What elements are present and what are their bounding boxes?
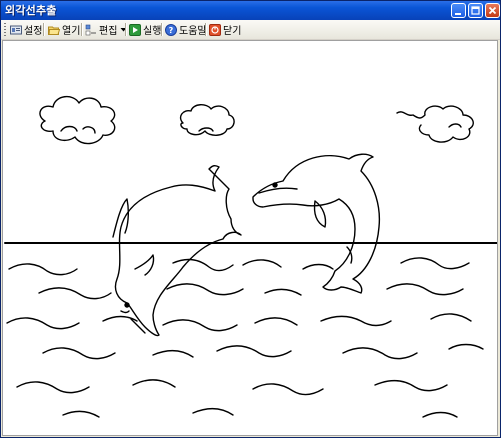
minimize-icon (455, 13, 461, 15)
cloud-left-inner (60, 125, 96, 134)
cloud-middle (179, 104, 235, 136)
close-button[interactable]: 닫기 (209, 22, 241, 37)
minimize-button[interactable] (451, 3, 466, 18)
run-button[interactable]: 실행 (129, 22, 161, 37)
maximize-button[interactable] (468, 3, 483, 18)
cloud-right (396, 105, 474, 143)
close-x-icon (488, 6, 497, 15)
cloud-middle-inner (198, 127, 214, 132)
folder-open-icon (48, 26, 60, 35)
toolbar-separator (205, 23, 207, 36)
close-icon (209, 23, 221, 36)
window-title: 외각선추출 (5, 4, 57, 17)
toolbar-separator (161, 23, 163, 36)
settings-button[interactable]: 설정 (10, 22, 42, 37)
sea-waves (6, 257, 484, 418)
title-bar[interactable]: 외각선추출 (1, 1, 500, 20)
edit-dropdown-button[interactable]: 편집 (85, 22, 127, 37)
help-icon: ? (165, 23, 177, 36)
drawing-canvas[interactable] (2, 40, 498, 436)
toolbar: 설정 열기 편집 실행 ? 도움말 닫기 (1, 20, 500, 40)
dolphin-right (252, 153, 381, 294)
toolbar-separator (81, 23, 83, 36)
cloud-right-inner (448, 123, 462, 128)
help-button[interactable]: ? 도움말 (165, 22, 207, 37)
maximize-icon (471, 6, 480, 15)
close-label: 닫기 (223, 26, 242, 37)
open-label: 열기 (62, 26, 81, 37)
close-window-button[interactable] (485, 3, 500, 18)
open-button[interactable]: 열기 (48, 22, 80, 37)
svg-text:?: ? (169, 26, 174, 35)
edit-icon (85, 24, 96, 35)
help-label: 도움말 (179, 26, 207, 37)
toolbar-separator (125, 23, 127, 36)
run-label: 실행 (143, 26, 162, 37)
edit-label: 편집 (99, 26, 118, 37)
app-window: 외각선추출 설정 열기 편집 실행 ? 도움말 닫기 (0, 0, 501, 438)
settings-label: 설정 (24, 26, 43, 37)
play-icon (129, 23, 141, 36)
cloud-left (39, 96, 116, 145)
dolphin-line-drawing (4, 96, 497, 418)
settings-icon (10, 25, 22, 34)
toolbar-grip[interactable] (4, 23, 6, 36)
dolphin-left (112, 164, 242, 337)
toolbar-separator (43, 23, 45, 36)
